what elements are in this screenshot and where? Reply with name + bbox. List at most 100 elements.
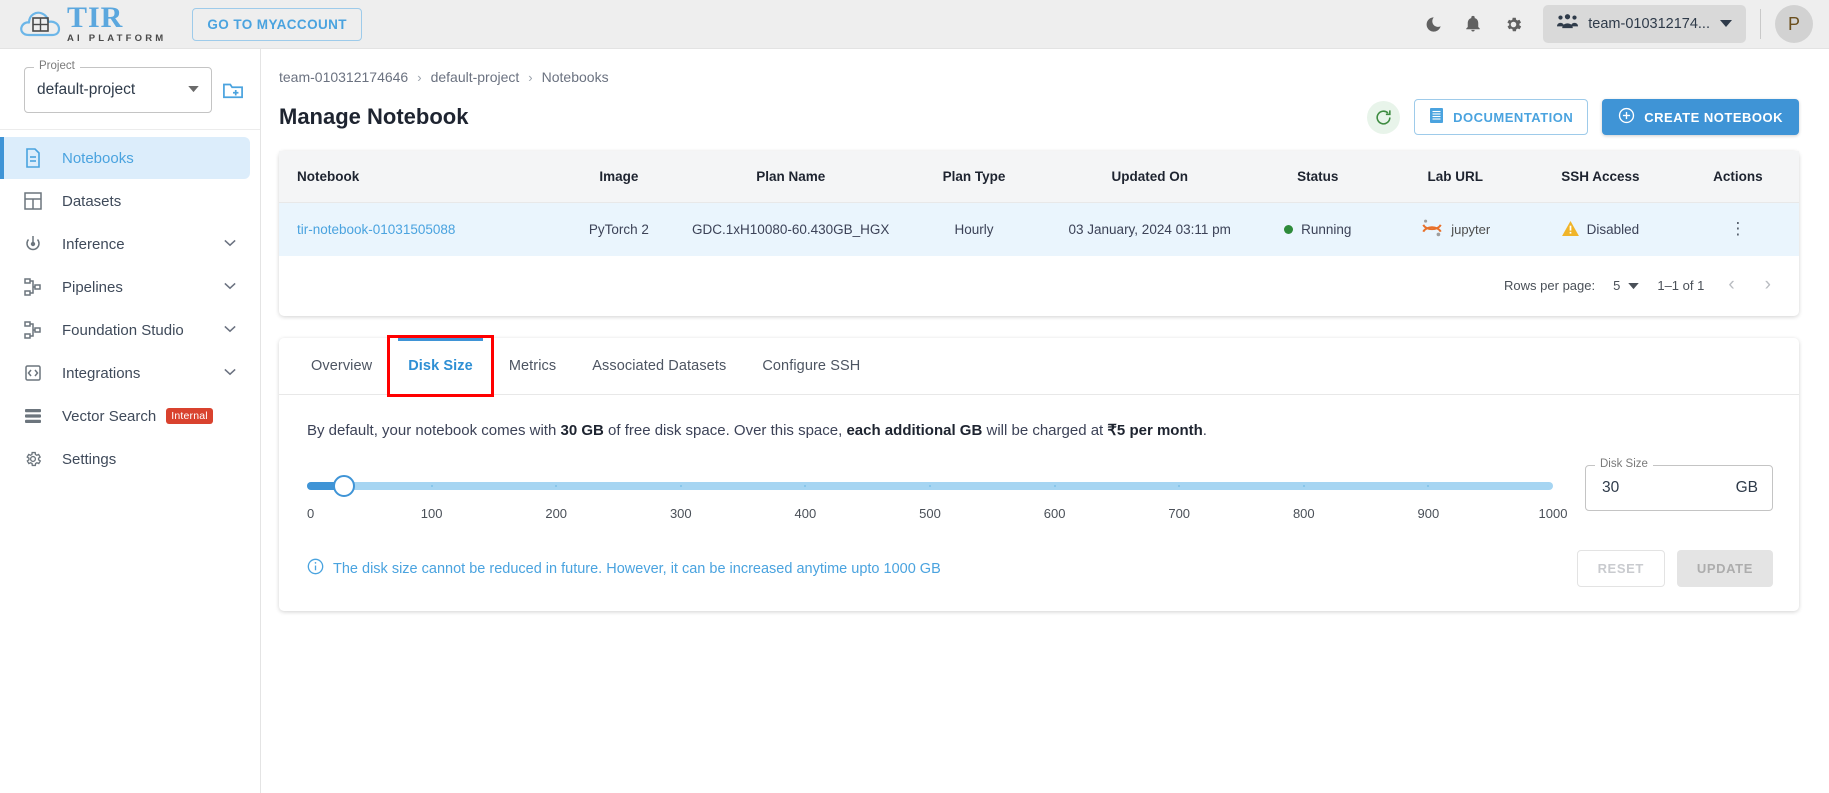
reset-button[interactable]: RESET: [1576, 550, 1665, 587]
breadcrumb-item-project[interactable]: default-project: [431, 69, 520, 85]
avatar[interactable]: P: [1775, 5, 1813, 43]
column-header-notebook: Notebook: [279, 151, 554, 203]
breadcrumb-item-notebooks[interactable]: Notebooks: [542, 69, 609, 85]
jupyter-link[interactable]: jupyter: [1420, 217, 1490, 242]
team-selector[interactable]: team-010312174...: [1543, 5, 1746, 43]
sidebar-item-label: Foundation Studio: [62, 321, 184, 339]
chevron-down-icon: [1720, 15, 1732, 33]
kebab-menu-icon[interactable]: ⋮: [1729, 219, 1746, 238]
breadcrumb-separator: ›: [417, 69, 422, 85]
status-badge: Internal: [166, 408, 213, 424]
disk-size-slider-group: 0 100 200 300 400 500 600 700 800 900 1000: [307, 461, 1567, 528]
chevron-down-icon: [1628, 278, 1640, 293]
slider-tick-dot: [1302, 485, 1305, 487]
tab-disk-size[interactable]: Disk Size: [387, 335, 494, 397]
slider-tick-dot: [929, 485, 931, 487]
dark-mode-icon[interactable]: [1413, 4, 1453, 44]
cell-image: PyTorch 2: [553, 202, 684, 256]
warning-icon: [1561, 220, 1579, 239]
update-button[interactable]: UPDATE: [1676, 550, 1773, 587]
sidebar-item-integrations[interactable]: Integrations: [0, 352, 250, 394]
slider-tick-dot: [679, 485, 682, 487]
chevron-right-icon[interactable]: ›: [1759, 274, 1777, 296]
disk-size-note-label: The disk size cannot be reduced in futur…: [333, 560, 941, 577]
sidebar: Project default-project Notebooks Datase…: [0, 49, 261, 793]
sidebar-item-notebooks[interactable]: Notebooks: [0, 137, 250, 179]
slider-tick-label: 500: [919, 506, 941, 521]
notebook-name-link[interactable]: tir-notebook-01031505088: [297, 222, 455, 237]
plus-circle-icon: [1618, 107, 1635, 127]
table-row[interactable]: tir-notebook-01031505088 PyTorch 2 GDC.1…: [279, 202, 1799, 256]
sidebar-item-label: Datasets: [62, 192, 122, 210]
divider: [1760, 9, 1761, 39]
project-select[interactable]: Project default-project: [24, 60, 212, 113]
document-icon: [1429, 107, 1444, 127]
breadcrumb-item-team[interactable]: team-010312174646: [279, 69, 408, 85]
slider-tick-dot: [1053, 485, 1056, 487]
documentation-button-label: DOCUMENTATION: [1453, 109, 1574, 125]
cell-ssh-access: Disabled: [1523, 202, 1677, 256]
slider-thumb[interactable]: [333, 475, 356, 497]
slider-tick-dot: [430, 485, 433, 487]
document-icon: [24, 148, 50, 168]
slider-tick-label: 400: [794, 506, 817, 521]
tir-cloud-icon: [18, 4, 64, 44]
refresh-icon[interactable]: [1367, 100, 1401, 134]
cell-lab-url: jupyter: [1386, 202, 1524, 256]
create-notebook-button[interactable]: CREATE NOTEBOOK: [1602, 99, 1799, 135]
disk-size-note: The disk size cannot be reduced in futur…: [307, 558, 941, 579]
rows-per-page-label: Rows per page:: [1504, 277, 1596, 293]
disk-size-slider[interactable]: [307, 475, 1553, 497]
documentation-button[interactable]: DOCUMENTATION: [1414, 99, 1589, 135]
slider-tick-label: 700: [1168, 506, 1191, 521]
slider-tick-label: 800: [1292, 506, 1315, 521]
new-folder-icon[interactable]: [222, 80, 244, 100]
notifications-icon[interactable]: [1453, 4, 1493, 44]
pagination: Rows per page: 5 1–1 of 1 ‹ ›: [279, 256, 1799, 316]
tab-bar: Overview Disk Size Metrics Associated Da…: [279, 335, 1799, 397]
notebook-table-card: Notebook Image Plan Name Plan Type Updat…: [279, 151, 1799, 316]
tab-metrics[interactable]: Metrics: [491, 338, 574, 394]
status-label: Running: [1301, 222, 1352, 237]
sidebar-item-label: Pipelines: [62, 278, 123, 296]
page-header: Manage Notebook DOCUMENTATION CREATE NOT…: [261, 85, 1829, 135]
cell-plan-name: GDC.1xH10080-60.430GB_HGX: [683, 202, 898, 256]
jupyter-label: jupyter: [1451, 222, 1491, 237]
slider-tick-label: 1000: [1538, 506, 1568, 521]
disk-size-control-row: 0 100 200 300 400 500 600 700 800 900 1000 Disk Si…: [279, 439, 1799, 528]
tab-configure-ssh[interactable]: Configure SSH: [744, 338, 878, 394]
project-select-label: Project: [34, 60, 80, 72]
disk-size-input[interactable]: [1600, 478, 1736, 498]
notebook-detail-card: Overview Disk Size Metrics Associated Da…: [279, 335, 1799, 611]
top-bar-actions: team-010312174... P: [1413, 4, 1829, 44]
database-icon: [24, 407, 50, 425]
sidebar-item-label: Inference: [62, 235, 125, 253]
team-icon: [1557, 14, 1579, 34]
inference-icon: [24, 235, 50, 253]
sidebar-item-foundation-studio[interactable]: Foundation Studio: [0, 309, 250, 351]
disk-size-actions: RESET UPDATE: [1576, 550, 1773, 587]
tab-overview[interactable]: Overview: [293, 338, 390, 394]
column-header-status: Status: [1249, 151, 1387, 203]
rows-per-page-select[interactable]: 5: [1613, 278, 1640, 293]
main-content: team-010312174646 › default-project › No…: [261, 49, 1829, 793]
slider-tick-label: 600: [1043, 506, 1066, 521]
disk-size-input-field[interactable]: Disk Size GB: [1585, 458, 1773, 511]
sidebar-item-vector-search[interactable]: Vector Search Internal: [0, 395, 250, 437]
sidebar-item-label: Vector Search: [62, 407, 157, 425]
cell-plan-type: Hourly: [897, 202, 1051, 256]
sidebar-item-datasets[interactable]: Datasets: [0, 180, 250, 222]
settings-icon[interactable]: [1493, 4, 1533, 44]
chevron-down-icon: [224, 281, 236, 293]
cell-notebook: tir-notebook-01031505088: [279, 202, 554, 256]
jupyter-icon: [1420, 217, 1444, 242]
sidebar-item-settings[interactable]: Settings: [0, 438, 250, 480]
column-header-plan-type: Plan Type: [897, 151, 1051, 203]
sidebar-item-inference[interactable]: Inference: [0, 223, 250, 265]
cell-updated-on: 03 January, 2024 03:11 pm: [1050, 202, 1249, 256]
tab-associated-datasets[interactable]: Associated Datasets: [574, 338, 744, 394]
go-to-myaccount-button[interactable]: GO TO MYACCOUNT: [192, 7, 362, 41]
chevron-left-icon[interactable]: ‹: [1722, 274, 1740, 296]
sidebar-item-pipelines[interactable]: Pipelines: [0, 266, 250, 308]
chevron-down-icon: [188, 85, 199, 96]
